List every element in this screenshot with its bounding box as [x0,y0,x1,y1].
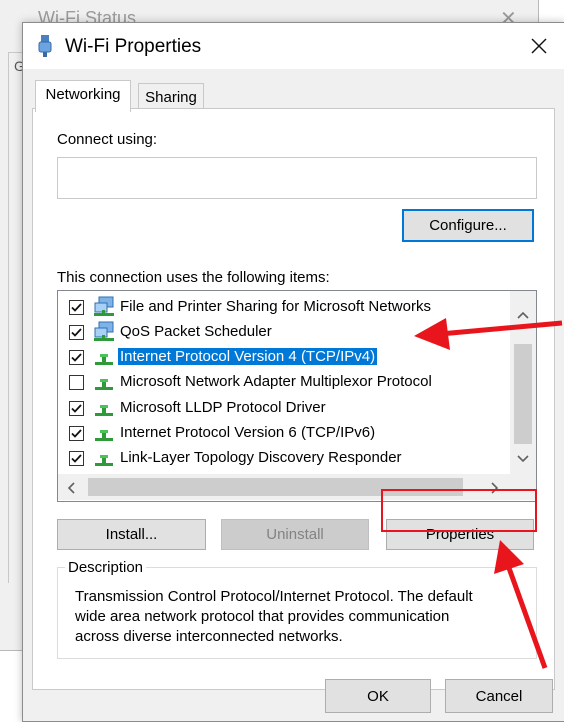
arrow-to-ipv4-icon [414,318,563,350]
arrow-to-properties-icon [494,540,548,669]
tab-networking[interactable]: Networking [35,80,131,112]
